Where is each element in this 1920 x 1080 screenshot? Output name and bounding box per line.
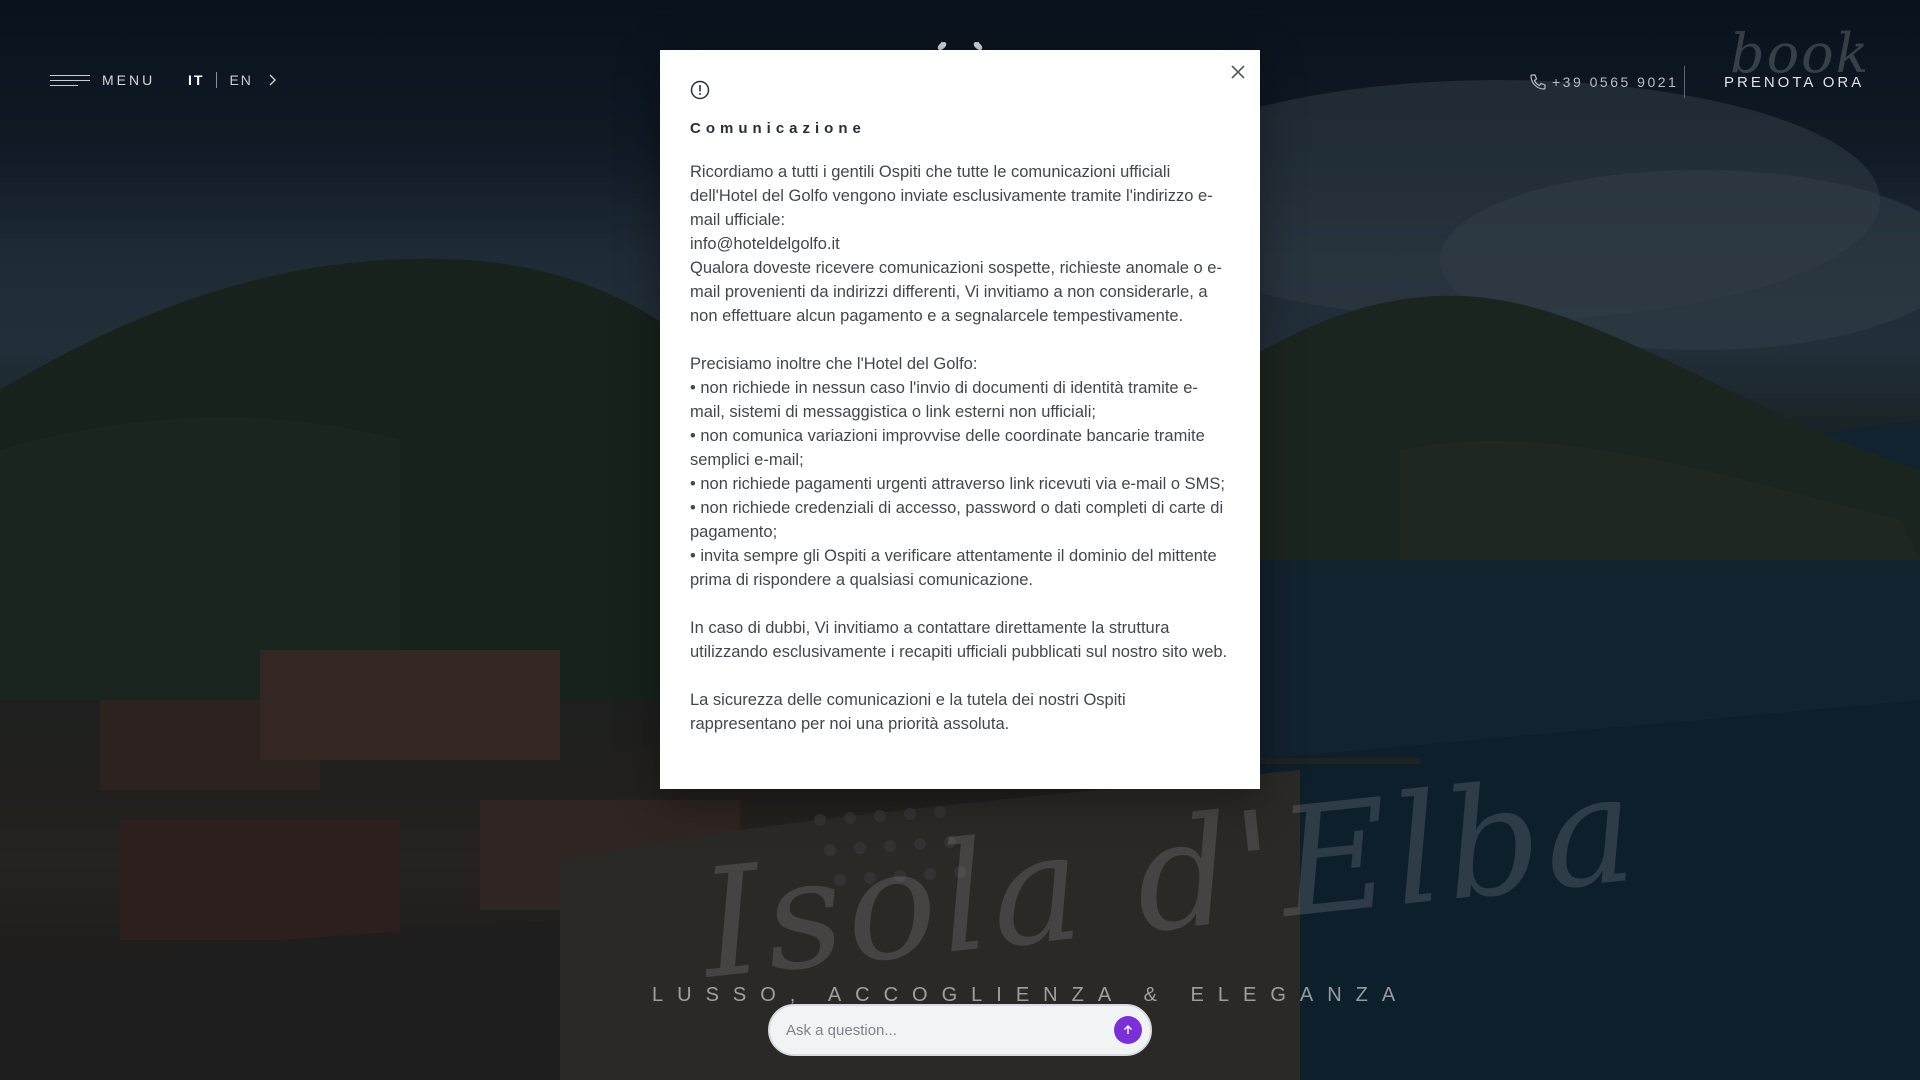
- alert-circle-icon: [690, 80, 710, 100]
- menu-button[interactable]: MENU: [50, 72, 155, 88]
- modal-bullet: • non richiede credenziali di accesso, p…: [690, 499, 1224, 541]
- send-button[interactable]: [1114, 1016, 1142, 1044]
- phone-icon: [1530, 74, 1546, 90]
- chevron-right-icon[interactable]: [265, 73, 279, 87]
- modal-title: Comunicazione: [690, 120, 866, 137]
- phone-link[interactable]: +39 0565 9021: [1528, 72, 1678, 92]
- close-icon: [1231, 65, 1245, 79]
- lang-it[interactable]: IT: [188, 72, 204, 88]
- hamburger-icon: [50, 73, 90, 87]
- modal-bullet: • non richiede in nessun caso l'invio di…: [690, 379, 1198, 421]
- menu-label: MENU: [102, 72, 156, 88]
- modal-bullet: • invita sempre gli Ospiti a verificare …: [690, 547, 1217, 589]
- language-switcher: IT EN: [188, 72, 279, 88]
- modal-close-button[interactable]: [1226, 60, 1250, 84]
- ask-question-bar: [768, 1004, 1152, 1056]
- modal-bullet: • non richiede pagamenti urgenti attrave…: [690, 475, 1225, 493]
- official-email: info@hoteldelgolfo.it: [690, 235, 840, 253]
- modal-paragraph: Qualora doveste ricevere comunicazioni s…: [690, 259, 1222, 325]
- lang-en[interactable]: EN: [229, 72, 252, 88]
- modal-paragraph: Precisiamo inoltre che l'Hotel del Golfo…: [690, 355, 978, 373]
- communication-modal: Comunicazione Ricordiamo a tutti i genti…: [660, 50, 1260, 789]
- modal-body: Ricordiamo a tutti i gentili Ospiti che …: [690, 160, 1230, 736]
- ask-question-input[interactable]: [786, 1021, 1114, 1039]
- modal-paragraph: In caso di dubbi, Vi invitiamo a contatt…: [690, 619, 1228, 661]
- book-now-button[interactable]: PRENOTA ORA: [1724, 74, 1864, 91]
- modal-paragraph: La sicurezza delle comunicazioni e la tu…: [690, 691, 1126, 733]
- arrow-up-icon: [1124, 1025, 1132, 1034]
- header-divider: [1684, 66, 1685, 98]
- modal-paragraph: Ricordiamo a tutti i gentili Ospiti che …: [690, 163, 1213, 229]
- lang-divider: [216, 72, 218, 88]
- phone-number: +39 0565 9021: [1552, 74, 1679, 90]
- modal-bullet: • non comunica variazioni improvvise del…: [690, 427, 1205, 469]
